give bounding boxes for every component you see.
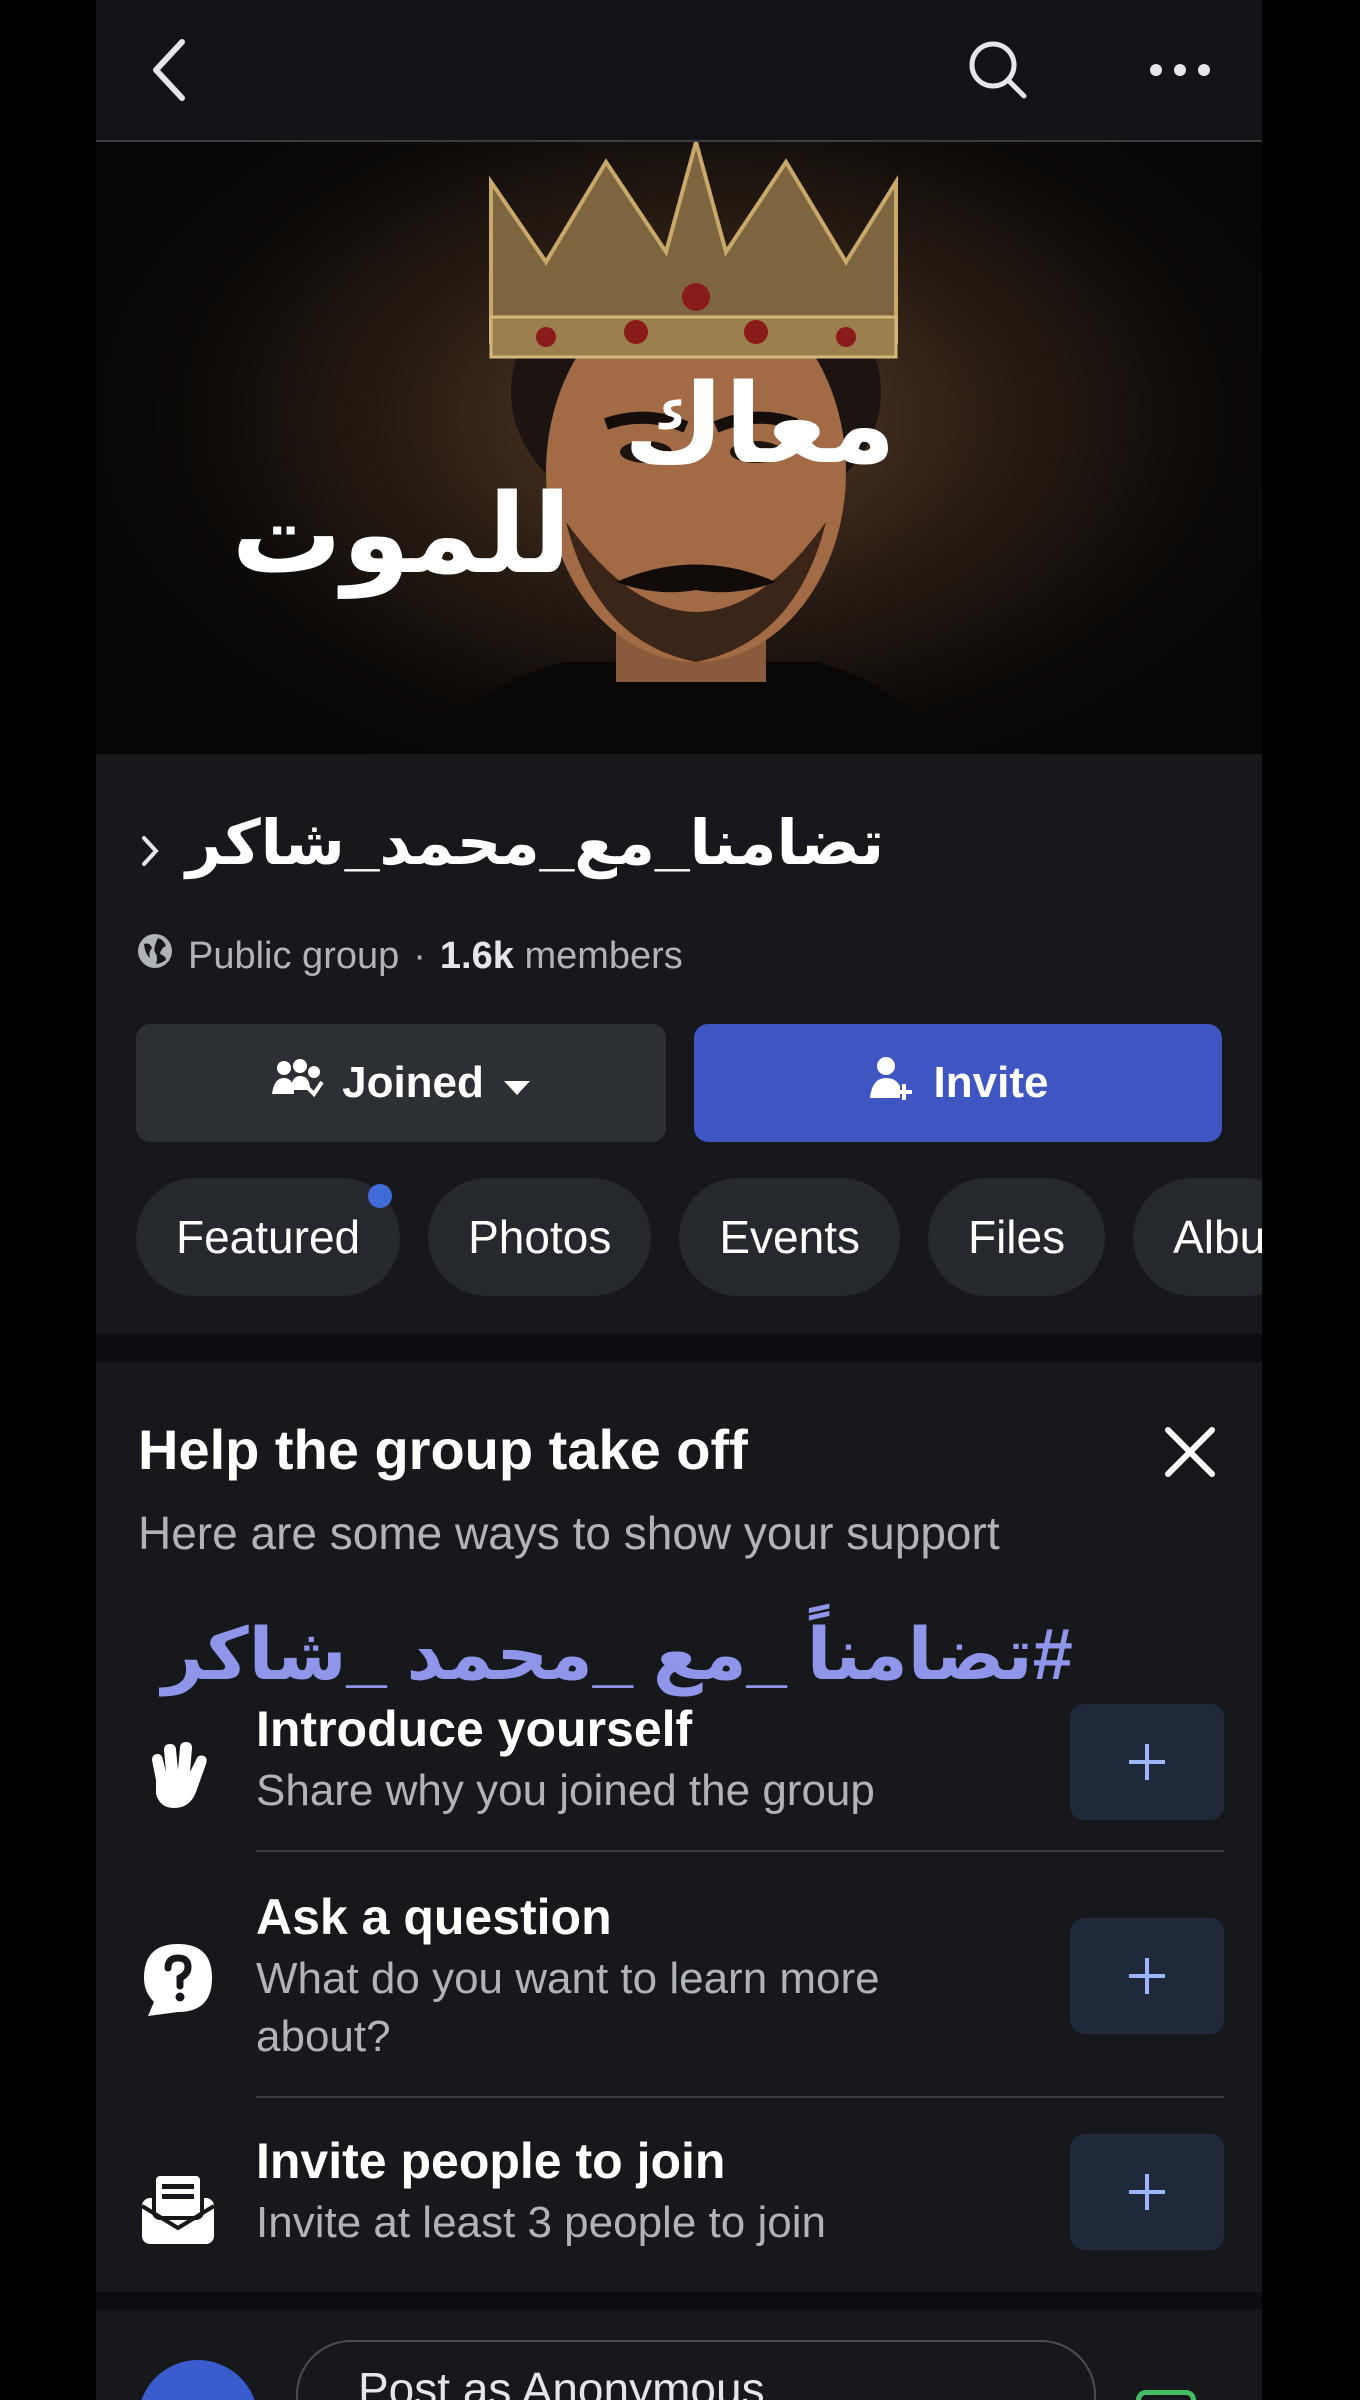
- post-composer: Post as Anonymous: [96, 2310, 1262, 2400]
- tab-events[interactable]: Events: [679, 1178, 900, 1296]
- add-button-ask[interactable]: [1070, 1918, 1224, 2034]
- ask-title: Ask a question: [256, 1889, 612, 1945]
- tab-albums[interactable]: Albu: [1133, 1178, 1262, 1296]
- meta-separator: ·: [413, 934, 426, 977]
- invite-button[interactable]: Invite: [694, 1024, 1222, 1142]
- group-info-section: تضامنا_مع_محمد_شاكر Public group · 1.6k …: [96, 754, 1262, 1334]
- search-icon[interactable]: [966, 38, 1030, 102]
- ask-subtitle: What do you want to learn more about?: [256, 1954, 880, 2061]
- cover-photo[interactable]: معاك للموت: [96, 142, 1262, 754]
- globe-icon: [136, 932, 174, 980]
- divider: [256, 1850, 1224, 1852]
- caret-down-icon: [502, 1058, 532, 1108]
- cover-text-top: معاك: [624, 360, 896, 488]
- joined-label: Joined: [342, 1058, 484, 1107]
- privacy-label: Public group: [188, 934, 400, 977]
- invite-people-title: Invite people to join: [256, 2133, 726, 2189]
- cover-text-bottom: للموت: [232, 470, 571, 599]
- tab-photos[interactable]: Photos: [428, 1178, 652, 1296]
- tab-chips: Featured Photos Events Files Albu: [136, 1178, 1262, 1296]
- introduce-title: Introduce yourself: [256, 1701, 693, 1757]
- group-screen: معاك للموت تضامنا_مع_محمد_شاكر Public gr…: [96, 0, 1262, 2400]
- members-count[interactable]: 1.6k: [440, 935, 514, 977]
- group-members-icon: [270, 1058, 324, 1109]
- help-card-title: Help the group take off: [138, 1418, 748, 1481]
- invite-envelope-icon: [138, 2168, 218, 2248]
- members-label[interactable]: members: [524, 935, 682, 977]
- photo-icon[interactable]: [1136, 2390, 1196, 2400]
- wave-hand-icon: [138, 1736, 218, 1816]
- post-input[interactable]: Post as Anonymous: [296, 2340, 1096, 2400]
- add-button-introduce[interactable]: [1070, 1704, 1224, 1820]
- notification-dot: [368, 1184, 393, 1208]
- add-person-icon: [868, 1054, 916, 1113]
- close-icon[interactable]: [1160, 1422, 1220, 1482]
- divider: [256, 2096, 1224, 2098]
- tab-files[interactable]: Files: [927, 1178, 1106, 1296]
- top-bar: [96, 0, 1262, 142]
- introduce-subtitle: Share why you joined the group: [256, 1766, 875, 1815]
- tab-featured[interactable]: Featured: [136, 1178, 401, 1296]
- add-button-invite[interactable]: [1070, 2134, 1224, 2250]
- help-card-subtitle: Here are some ways to show your support: [138, 1507, 1000, 1559]
- help-card: Help the group take off Here are some wa…: [96, 1362, 1262, 2292]
- chevron-right-icon[interactable]: [140, 834, 160, 873]
- more-options-icon[interactable]: [1140, 38, 1220, 102]
- group-meta: Public group · 1.6k members: [136, 932, 683, 980]
- hashtag-overlay: #تضامناً _مع _محمد _شاكر: [162, 1615, 1073, 1695]
- question-bubble-icon: [138, 1940, 218, 2020]
- avatar[interactable]: [138, 2360, 258, 2400]
- invite-label: Invite: [933, 1058, 1049, 1107]
- invite-people-subtitle: Invite at least 3 people to join: [256, 2198, 826, 2247]
- back-arrow-icon[interactable]: [138, 38, 202, 102]
- group-name[interactable]: تضامنا_مع_محمد_شاكر: [186, 806, 884, 879]
- joined-button[interactable]: Joined: [136, 1024, 666, 1142]
- cover-illustration: معاك للموت: [232, 142, 956, 754]
